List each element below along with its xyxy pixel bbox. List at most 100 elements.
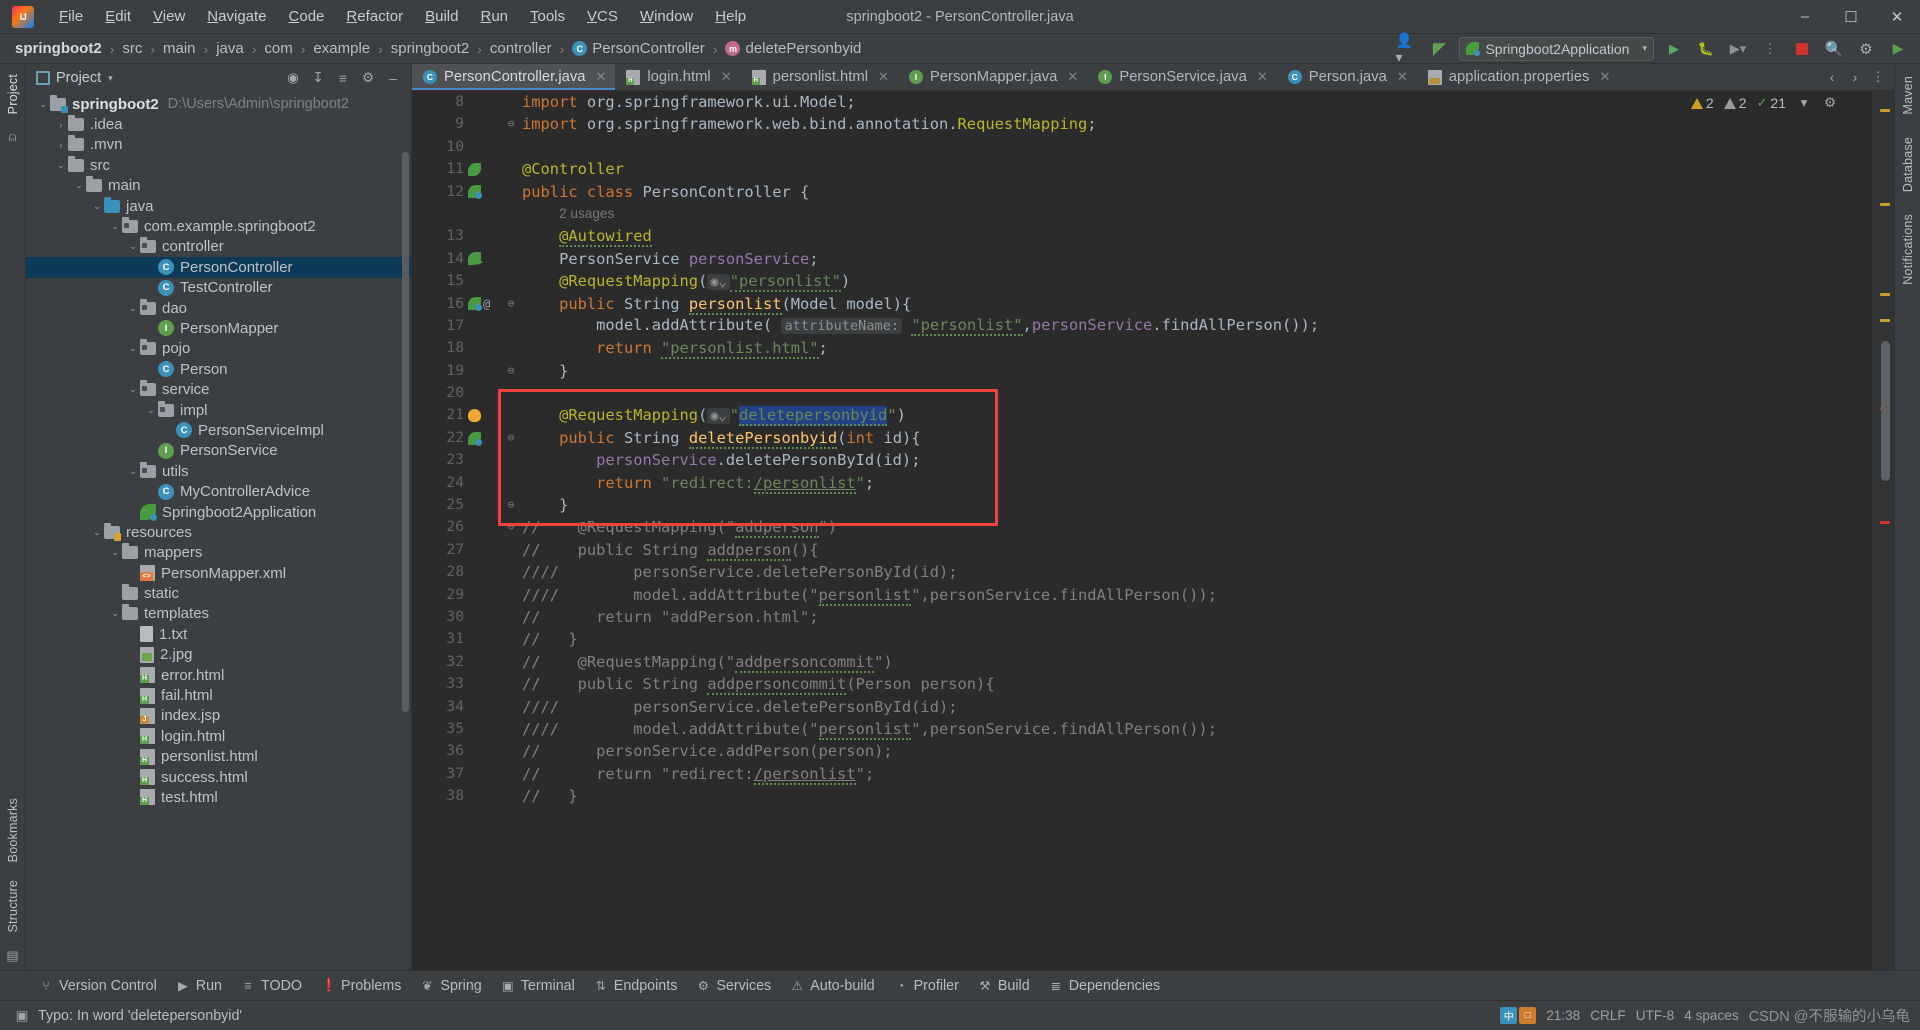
tree-node-templates[interactable]: ⌄ templates [26,604,411,624]
run-coverage-icon[interactable]: ▶▾ [1726,38,1750,60]
code-line[interactable]: 20 [412,382,1872,404]
code-line[interactable]: 23 personService.deletePersonById(id); [412,449,1872,471]
tree-node-login-html[interactable]: login.html [26,726,411,746]
chevron-down-icon[interactable]: ⌄ [36,99,50,110]
inspection-settings-icon[interactable]: ⚙ [1822,95,1838,111]
tree-node-2-jpg[interactable]: 2.jpg [26,645,411,665]
maximize-icon[interactable]: ☐ [1828,0,1874,34]
autowired-dependency-icon[interactable] [468,252,483,266]
menu-help[interactable]: Help [704,4,757,29]
tree-node-test-html[interactable]: test.html [26,787,411,807]
menu-view[interactable]: View [142,4,196,29]
inspection-widget[interactable]: 2 2 ✓ 21 ▾ ⚙ [1690,95,1838,111]
code-line[interactable]: 30 // return "addPerson.html"; [412,606,1872,628]
code-line[interactable]: 33 // public String addpersoncommit(Perso… [412,673,1872,696]
tree-node-impl[interactable]: ⌄ impl [26,400,411,420]
spring-mapping-icon[interactable] [468,185,482,200]
chevron-down-icon[interactable]: ⌄ [108,608,122,619]
line-separator[interactable]: CRLF [1590,1008,1626,1023]
breadcrumb-java[interactable]: java [213,39,247,58]
close-tab-icon[interactable]: ✕ [595,69,606,85]
tree-node-fail-html[interactable]: fail.html [26,685,411,705]
intention-bulb-icon[interactable] [468,409,481,423]
tree-node-error-html[interactable]: error.html [26,665,411,685]
menu-edit[interactable]: Edit [94,4,142,29]
chevron-down-icon[interactable]: ⌄ [126,343,140,354]
more-run-icon[interactable]: ⋮ [1758,38,1782,60]
code-editor[interactable]: 8 import org.springframework.ui.Model; 9 ⊖ i… [412,91,1872,970]
code-line[interactable]: 38 // } [412,785,1872,807]
chevron-down-icon[interactable]: ⌄ [126,241,140,252]
code-line[interactable]: 13 @Autowired [412,225,1872,248]
settings-gear-icon[interactable]: ⚙ [1854,38,1878,60]
tool-window-problems[interactable]: ❗ Problems [312,975,410,997]
code-line[interactable]: 9 ⊖ import org.springframework.web.bind.an… [412,113,1872,135]
tree-node-controller[interactable]: ⌄ controller [26,237,411,257]
code-line[interactable]: 27 // public String addperson(){ [412,539,1872,561]
warning-count[interactable]: 2 [1723,95,1747,111]
tree-node-personmapper[interactable]: I PersonMapper [26,318,411,338]
stop-icon[interactable] [1790,38,1814,60]
chevron-down-icon[interactable]: ⌄ [90,527,104,538]
tab-list-icon[interactable]: ⋮ [1870,69,1886,85]
file-encoding[interactable]: UTF-8 [1636,1008,1675,1023]
annotation-marker-icon[interactable]: @ [483,293,490,315]
editor-tab-personcontroller-java[interactable]: C PersonController.java ✕ [412,64,616,90]
close-icon[interactable]: ✕ [1874,0,1920,34]
editor-tab-personlist-html[interactable]: personlist.html ✕ [741,64,898,90]
previous-tab-icon[interactable]: ‹ [1824,70,1840,85]
tree-node-personservice[interactable]: I PersonService [26,441,411,461]
tree-node-springboot2[interactable]: ⌄ springboot2 D:\Users\Admin\springboot2 [26,94,411,114]
menu-run[interactable]: Run [469,4,519,29]
breadcrumb-controller[interactable]: controller [487,39,555,58]
tool-window-profiler[interactable]: ◔ Profiler [885,975,968,997]
rail-item-bookmarks[interactable]: Bookmarks [6,794,20,866]
tree-node-index-jsp[interactable]: index.jsp [26,706,411,726]
chevron-right-icon[interactable]: › [54,120,68,130]
breadcrumb-springboot2[interactable]: springboot2 [12,39,105,58]
tree-node-success-html[interactable]: success.html [26,767,411,787]
breadcrumb-src[interactable]: src [119,39,145,58]
breadcrumb-example[interactable]: example [310,39,373,58]
close-tab-icon[interactable]: ✕ [1067,69,1078,85]
close-tab-icon[interactable]: ✕ [1257,69,1268,85]
more-tool-windows-icon[interactable]: ▤ [4,947,21,964]
error-count[interactable]: 2 [1690,95,1714,111]
breadcrumb-com[interactable]: com [261,39,295,58]
chevron-down-icon[interactable]: ⌄ [126,303,140,314]
code-line[interactable]: 15 @RequestMapping(◉⌄ "personlist") [412,270,1872,292]
breadcrumb-main[interactable]: main [160,39,199,58]
editor-tab-person-java[interactable]: C Person.java ✕ [1277,64,1417,90]
rail-item-project[interactable]: Project [6,70,20,118]
search-everywhere-icon[interactable]: 🔍 [1822,38,1846,60]
tool-window-todo[interactable]: ≡ TODO [232,975,311,997]
hammer-build-icon[interactable]: ◤ [1427,38,1451,60]
tree-node-service[interactable]: ⌄ service [26,379,411,399]
menu-window[interactable]: Window [629,4,704,29]
code-line[interactable]: 12 public class PersonController { [412,181,1872,203]
editor-marker-gutter[interactable] [1872,91,1894,970]
chevron-down-icon[interactable]: ▾ [1796,95,1812,111]
tree-node-mappers[interactable]: ⌄ mappers [26,543,411,563]
chevron-down-icon[interactable]: ⌄ [54,160,68,171]
chevron-down-icon[interactable]: ⌄ [90,201,104,212]
chevron-down-icon[interactable]: ⌄ [126,384,140,395]
code-fold-marker[interactable]: ⊖ [504,516,518,538]
select-opened-file-icon[interactable]: ◉ [285,70,301,86]
code-line[interactable]: 24 return "redirect:/personlist"; [412,472,1872,494]
tree-node-utils[interactable]: ⌄ utils [26,461,411,481]
tree-node-resources[interactable]: ⌄ resources [26,522,411,542]
code-line[interactable]: 8 import org.springframework.ui.Model; [412,91,1872,113]
commit-icon[interactable]: ⍝ [4,128,21,145]
tree-node-java[interactable]: ⌄ java [26,196,411,216]
code-content[interactable]: 8 import org.springframework.ui.Model; 9 ⊖ i… [412,91,1872,970]
caret-position[interactable]: 21:38 [1546,1008,1580,1023]
code-line[interactable]: 26 ⊖// @RequestMapping("addperson") [412,516,1872,539]
tree-node-personserviceimpl[interactable]: C PersonServiceImpl [26,420,411,440]
ime-indicator[interactable]: 中 □ [1500,1007,1537,1024]
menu-refactor[interactable]: Refactor [335,4,414,29]
menu-file[interactable]: File [48,4,94,29]
code-line[interactable]: 17 model.addAttribute( attributeName: "p… [412,315,1872,337]
breadcrumb-personcontroller[interactable]: C PersonController [569,39,708,58]
editor-tab-application-properties[interactable]: application.properties ✕ [1417,64,1620,90]
